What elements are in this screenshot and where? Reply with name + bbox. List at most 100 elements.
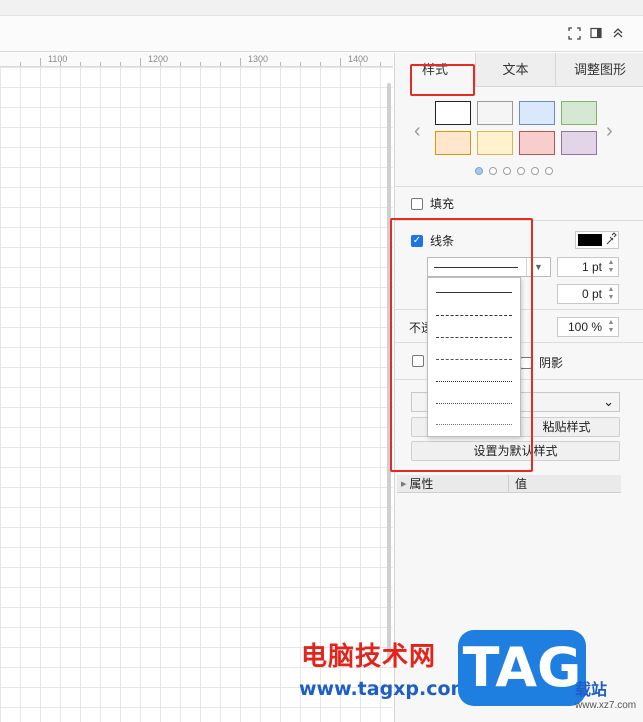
diagram-canvas[interactable]: 1100 1200 1300 1400 bbox=[0, 53, 393, 722]
spacing-input[interactable]: 0 pt ▲ ▼ bbox=[557, 284, 619, 304]
ruler-tick bbox=[340, 58, 341, 66]
ruler-tick bbox=[240, 58, 241, 66]
shadow-checkbox[interactable] bbox=[520, 356, 532, 369]
style-swatch[interactable] bbox=[519, 131, 555, 155]
ruler-label: 1400 bbox=[348, 54, 369, 64]
shadow-option[interactable]: 阴影 bbox=[520, 354, 563, 371]
ruler-tick bbox=[320, 62, 321, 66]
divider bbox=[395, 342, 427, 343]
app-window: 1100 1200 1300 1400 样式 文本 调整图形 ‹ › 填充 ✓ … bbox=[0, 0, 643, 722]
tab-style[interactable]: 样式 bbox=[395, 53, 475, 87]
style-swatch[interactable] bbox=[561, 131, 597, 155]
ruler-label: 1100 bbox=[48, 54, 68, 64]
ruler-tick bbox=[200, 62, 201, 66]
ruler-label: 1200 bbox=[148, 54, 169, 64]
solid-line-preview bbox=[434, 267, 518, 268]
expand-icon[interactable]: ▶ bbox=[401, 480, 406, 488]
line-style-dashed-long[interactable] bbox=[436, 337, 512, 338]
ruler-tick bbox=[20, 62, 21, 66]
fill-checkbox[interactable] bbox=[411, 197, 423, 210]
line-style-menu bbox=[427, 277, 521, 437]
divider bbox=[521, 309, 643, 310]
opacity-input[interactable]: 100 % ▲ ▼ bbox=[557, 317, 619, 337]
line-style-dashed[interactable] bbox=[436, 315, 512, 316]
vertical-scrollbar[interactable] bbox=[387, 83, 391, 663]
tab-text[interactable]: 文本 bbox=[475, 53, 555, 87]
line-checkbox[interactable]: ✓ bbox=[411, 234, 423, 247]
ruler-tick bbox=[300, 62, 301, 66]
watermark-site-name: 电脑技术网 bbox=[301, 642, 437, 672]
page-dot[interactable] bbox=[545, 167, 553, 175]
chevron-down-icon[interactable]: ⌄ bbox=[603, 394, 614, 410]
style-swatch[interactable] bbox=[435, 101, 471, 125]
ruler-tick bbox=[80, 62, 81, 66]
line-style-dotted[interactable] bbox=[436, 381, 512, 382]
swatch-page-dots bbox=[475, 167, 553, 175]
paste-style-button[interactable]: 粘贴样式 bbox=[513, 417, 620, 437]
style-swatches-section: ‹ › bbox=[395, 87, 643, 237]
page-dot[interactable] bbox=[475, 167, 483, 175]
panel-toggle-icon[interactable] bbox=[589, 26, 603, 40]
line-style-dotted-fine[interactable] bbox=[436, 403, 512, 404]
style-swatch[interactable] bbox=[519, 101, 555, 125]
ruler-tick bbox=[180, 62, 181, 66]
opacity-value: 100 % bbox=[567, 320, 602, 334]
shadow-label: 阴影 bbox=[539, 356, 564, 370]
divider bbox=[395, 309, 427, 310]
tab-arrange[interactable]: 调整图形 bbox=[555, 53, 643, 87]
divider bbox=[521, 379, 643, 380]
horizontal-ruler: 1100 1200 1300 1400 bbox=[0, 53, 393, 67]
style-swatch[interactable] bbox=[561, 101, 597, 125]
style-swatch[interactable] bbox=[477, 101, 513, 125]
collapse-up-icon[interactable] bbox=[611, 26, 625, 40]
line-style-solid[interactable] bbox=[436, 292, 512, 293]
ruler-tick bbox=[280, 62, 281, 66]
ruler-tick bbox=[140, 58, 141, 66]
ruler-tick bbox=[220, 62, 221, 66]
style-swatch[interactable] bbox=[477, 131, 513, 155]
option-checkbox[interactable] bbox=[412, 355, 424, 367]
page-dot[interactable] bbox=[517, 167, 525, 175]
top-toolbar bbox=[0, 16, 643, 52]
format-tabs: 样式 文本 调整图形 bbox=[395, 53, 643, 87]
line-width-value: 1 pt bbox=[581, 260, 602, 274]
divider bbox=[395, 220, 643, 221]
chevron-down-icon[interactable]: ▼ bbox=[526, 258, 550, 276]
spacing-stepper[interactable]: ▲ ▼ bbox=[604, 285, 618, 303]
fill-option[interactable]: 填充 bbox=[411, 195, 454, 212]
tag-logo: TAG bbox=[458, 630, 586, 706]
spacing-value: 0 pt bbox=[581, 287, 602, 301]
line-color-picker[interactable] bbox=[575, 231, 619, 249]
property-column[interactable]: ▶ 属性 bbox=[397, 475, 509, 492]
chevron-right-icon[interactable]: › bbox=[606, 121, 613, 141]
divider bbox=[395, 186, 643, 187]
fullscreen-icon[interactable] bbox=[567, 26, 581, 40]
ruler-label: 1300 bbox=[248, 54, 269, 64]
line-option[interactable]: ✓ 线条 bbox=[411, 232, 454, 249]
ruler-tick bbox=[380, 62, 381, 66]
opacity-stepper[interactable]: ▲ ▼ bbox=[604, 318, 618, 336]
ruler-tick bbox=[100, 62, 101, 66]
tag-logo-url: www.xz7.com bbox=[575, 700, 637, 711]
line-style-dropdown[interactable]: ▼ bbox=[427, 257, 551, 277]
properties-table-header: ▶ 属性 值 bbox=[397, 475, 621, 493]
line-style-dotted-sparse[interactable] bbox=[436, 424, 512, 425]
ruler-tick bbox=[120, 62, 121, 66]
page-dot[interactable] bbox=[503, 167, 511, 175]
style-swatch-grid bbox=[435, 101, 601, 155]
line-width-input[interactable]: 1 pt ▲ ▼ bbox=[557, 257, 619, 277]
style-swatch[interactable] bbox=[435, 131, 471, 155]
page-dot[interactable] bbox=[489, 167, 497, 175]
title-bar bbox=[0, 0, 643, 16]
line-style-dashed-short[interactable] bbox=[436, 359, 512, 360]
divider bbox=[395, 379, 427, 380]
page-dot[interactable] bbox=[531, 167, 539, 175]
watermark-site-url: www.tagxp.com bbox=[299, 678, 471, 700]
line-width-stepper[interactable]: ▲ ▼ bbox=[604, 258, 618, 276]
eyedropper-icon[interactable] bbox=[605, 232, 619, 248]
set-default-style-button[interactable]: 设置为默认样式 bbox=[411, 441, 620, 461]
fill-label: 填充 bbox=[430, 197, 455, 211]
format-panel: 样式 文本 调整图形 ‹ › 填充 ✓ 线条 ▼ 1 pt ▲ ▼ 0 pt ▲… bbox=[394, 53, 643, 722]
value-column-label: 值 bbox=[515, 477, 528, 491]
chevron-left-icon[interactable]: ‹ bbox=[414, 121, 421, 141]
